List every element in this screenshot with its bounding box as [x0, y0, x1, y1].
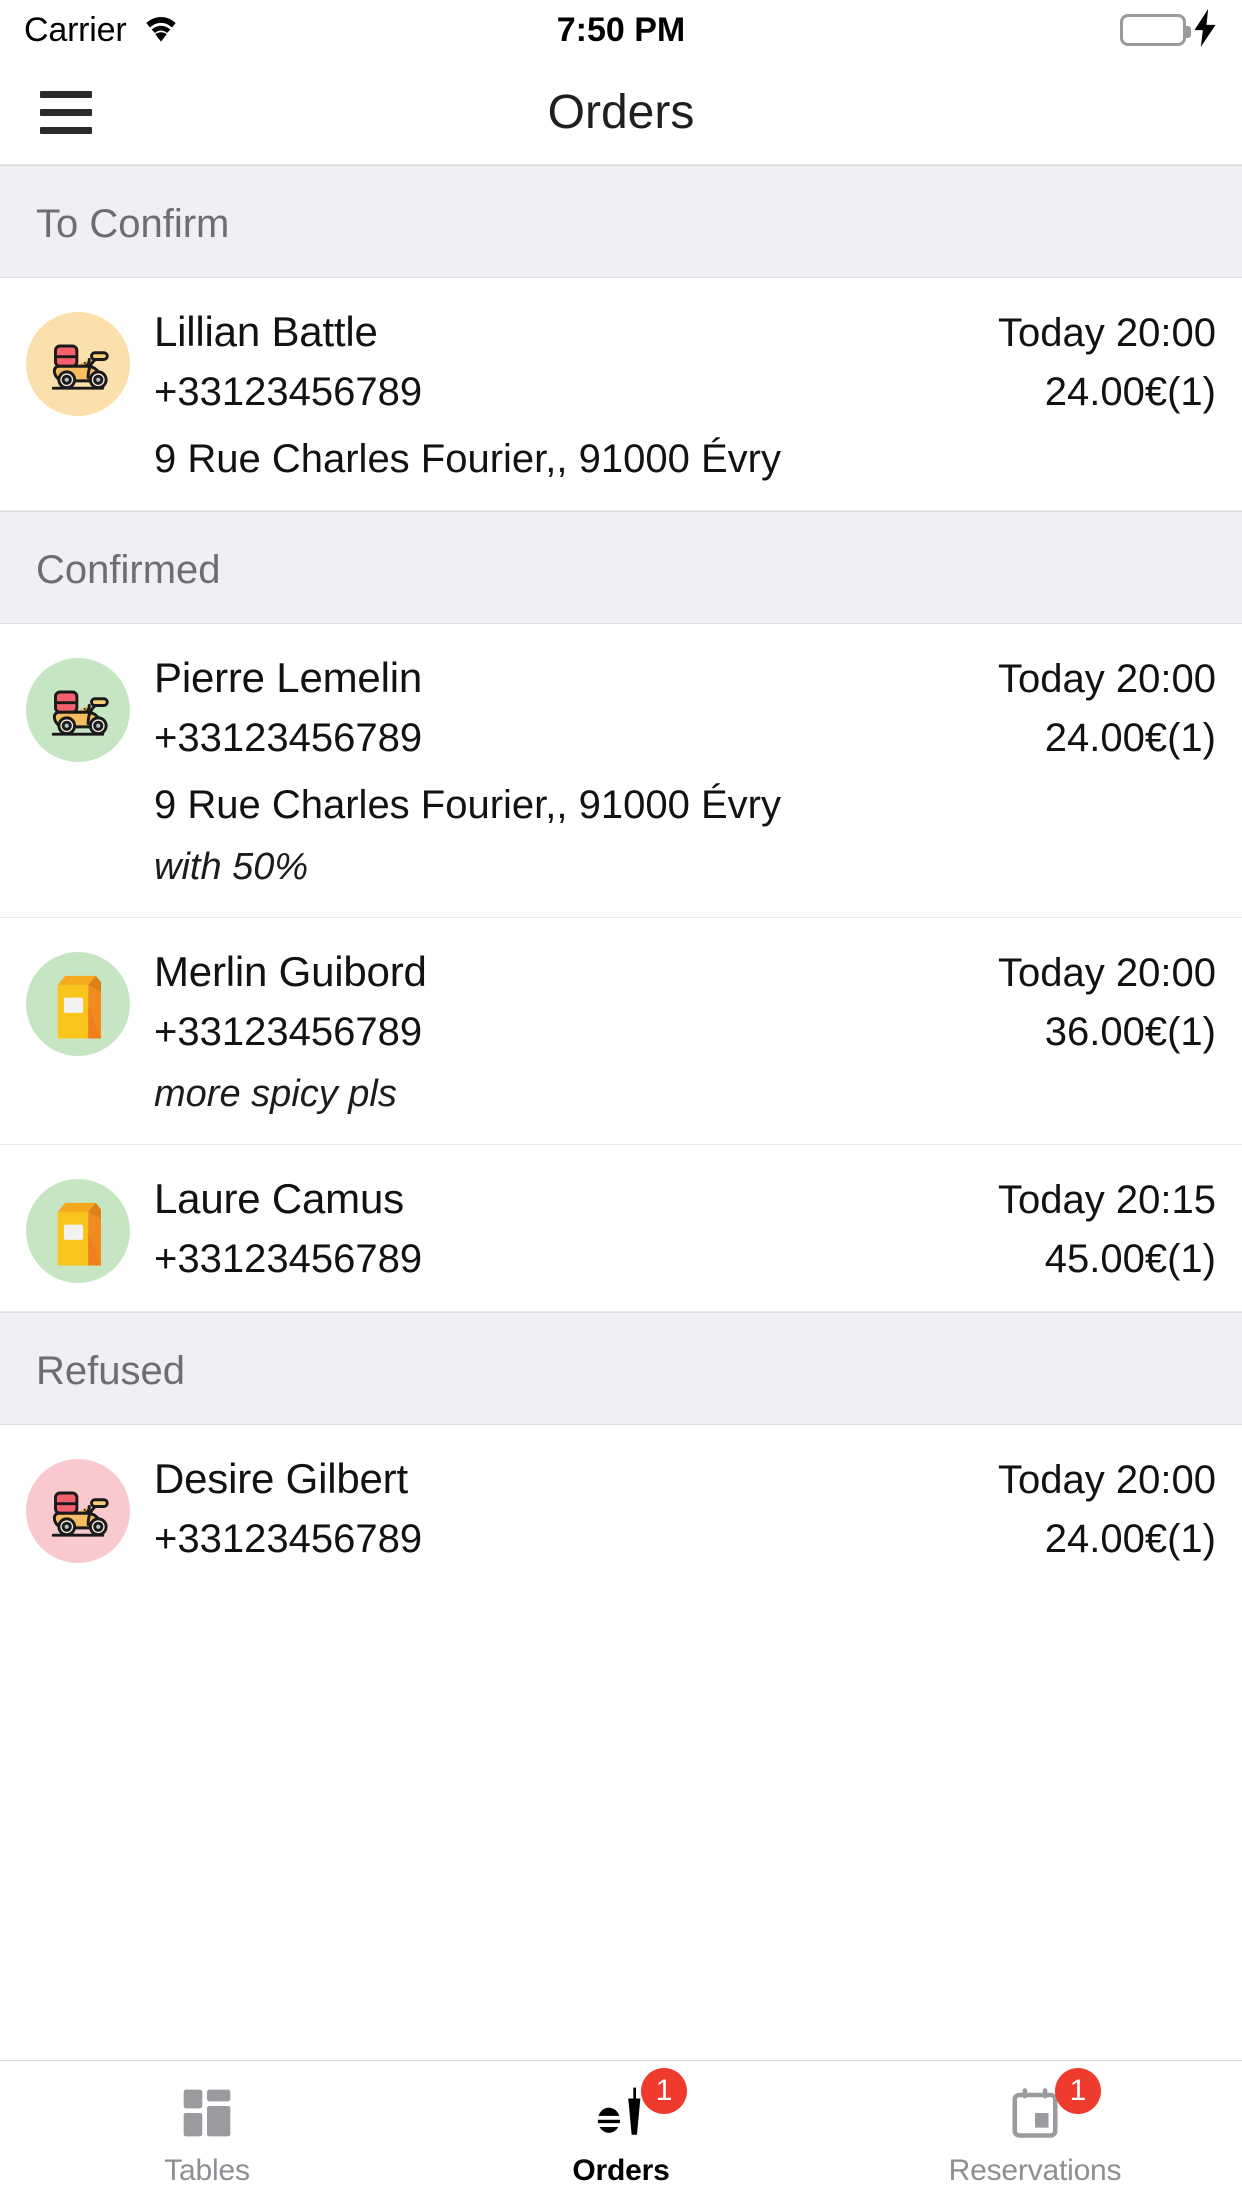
order-avatar	[26, 1459, 130, 1563]
customer-phone: +33123456789	[154, 716, 423, 760]
bottom-tab-bar: Tables 1 Orders 1 Reservations	[0, 2060, 1242, 2208]
order-line-phone-amount: +33123456789 45.00€(1)	[154, 1237, 1216, 1282]
customer-phone: +33123456789	[154, 370, 423, 414]
order-time: Today 20:00	[998, 311, 1216, 355]
order-avatar	[26, 952, 130, 1056]
section-header-to-confirm: To Confirm	[0, 165, 1242, 278]
order-details: Desire Gilbert Today 20:00 +33123456789 …	[154, 1455, 1216, 1575]
customer-name: Pierre Lemelin	[154, 654, 422, 701]
orders-screen: Carrier 7:50 PM Orders To Confirm Lillia…	[0, 0, 1242, 2208]
customer-name: Desire Gilbert	[154, 1455, 408, 1502]
order-time: Today 20:00	[998, 1458, 1216, 1502]
order-amount: 36.00€(1)	[1044, 1010, 1216, 1054]
order-line-phone-amount: +33123456789 24.00€(1)	[154, 370, 1216, 415]
customer-name: Lillian Battle	[154, 308, 378, 355]
order-row[interactable]: Pierre Lemelin Today 20:00 +33123456789 …	[0, 624, 1242, 918]
navigation-bar: Orders	[0, 60, 1242, 165]
order-amount: 24.00€(1)	[1044, 716, 1216, 760]
order-line-name-time: Desire Gilbert Today 20:00	[154, 1455, 1216, 1503]
delivery-address: 9 Rue Charles Fourier,, 91000 Évry	[154, 783, 781, 827]
order-row[interactable]: Merlin Guibord Today 20:00 +33123456789 …	[0, 918, 1242, 1145]
calendar-icon-wrap: 1	[999, 2067, 1101, 2144]
page-title: Orders	[547, 85, 695, 139]
tab-badge: 1	[1055, 2067, 1101, 2114]
order-note: with 50%	[154, 846, 309, 888]
customer-phone: +33123456789	[154, 1237, 423, 1281]
order-avatar	[26, 658, 130, 762]
delivery-scooter-icon	[51, 1491, 109, 1537]
order-line-phone-amount: +33123456789 36.00€(1)	[154, 1010, 1216, 1055]
tab-label-orders: Orders	[572, 2153, 670, 2187]
section-header-confirmed: Confirmed	[0, 511, 1242, 624]
carrier-label: Carrier	[24, 10, 127, 49]
tables-grid-icon	[183, 2089, 231, 2136]
order-avatar	[26, 312, 130, 416]
order-row[interactable]: Lillian Battle Today 20:00 +33123456789 …	[0, 278, 1242, 511]
tab-label-reservations: Reservations	[948, 2153, 1122, 2187]
order-line-phone-amount: +33123456789 24.00€(1)	[154, 1517, 1216, 1562]
tables-grid-icon-wrap	[171, 2082, 243, 2144]
tab-badge: 1	[641, 2067, 687, 2114]
order-amount: 24.00€(1)	[1044, 1517, 1216, 1561]
order-line-name-time: Merlin Guibord Today 20:00	[154, 948, 1216, 996]
status-bar-right	[1120, 8, 1218, 52]
lightning-bolt-icon	[1192, 8, 1218, 52]
hamburger-menu-icon[interactable]	[40, 90, 92, 134]
orders-list[interactable]: To Confirm Lillian Battle Today 20:00 +3…	[0, 165, 1242, 2060]
delivery-scooter-icon	[51, 344, 109, 390]
order-time: Today 20:00	[998, 951, 1216, 995]
wifi-icon	[141, 13, 181, 48]
customer-name: Merlin Guibord	[154, 948, 427, 995]
battery-full-icon	[1120, 14, 1191, 46]
tab-tables[interactable]: Tables	[0, 2061, 414, 2208]
tab-orders[interactable]: 1 Orders	[414, 2061, 828, 2208]
takeaway-bag-icon	[57, 975, 101, 1039]
order-amount: 45.00€(1)	[1044, 1237, 1216, 1281]
order-details: Merlin Guibord Today 20:00 +33123456789 …	[154, 948, 1216, 1116]
status-bar-left: Carrier	[24, 11, 181, 50]
customer-phone: +33123456789	[154, 1010, 423, 1054]
order-line-name-time: Pierre Lemelin Today 20:00	[154, 654, 1216, 702]
tab-reservations[interactable]: 1 Reservations	[828, 2061, 1242, 2208]
order-avatar	[26, 1179, 130, 1283]
food-drink-icon-wrap: 1	[585, 2067, 687, 2144]
calendar-icon	[1012, 2087, 1058, 2138]
order-line-name-time: Lillian Battle Today 20:00	[154, 308, 1216, 356]
customer-phone: +33123456789	[154, 1517, 423, 1561]
status-bar: Carrier 7:50 PM	[0, 0, 1242, 60]
order-time: Today 20:15	[998, 1178, 1216, 1222]
order-note: more spicy pls	[154, 1073, 397, 1115]
order-line-name-time: Laure Camus Today 20:15	[154, 1175, 1216, 1223]
order-row[interactable]: Laure Camus Today 20:15 +33123456789 45.…	[0, 1145, 1242, 1312]
order-line-phone-amount: +33123456789 24.00€(1)	[154, 716, 1216, 761]
order-row[interactable]: Desire Gilbert Today 20:00 +33123456789 …	[0, 1425, 1242, 1575]
status-bar-clock: 7:50 PM	[556, 10, 686, 49]
order-details: Pierre Lemelin Today 20:00 +33123456789 …	[154, 654, 1216, 889]
order-amount: 24.00€(1)	[1044, 370, 1216, 414]
order-details: Laure Camus Today 20:15 +33123456789 45.…	[154, 1175, 1216, 1282]
customer-name: Laure Camus	[154, 1175, 404, 1222]
order-time: Today 20:00	[998, 657, 1216, 701]
tab-label-tables: Tables	[164, 2153, 250, 2187]
delivery-address: 9 Rue Charles Fourier,, 91000 Évry	[154, 437, 781, 481]
takeaway-bag-icon	[57, 1202, 101, 1266]
section-header-refused: Refused	[0, 1312, 1242, 1425]
order-details: Lillian Battle Today 20:00 +33123456789 …	[154, 308, 1216, 482]
delivery-scooter-icon	[51, 690, 109, 736]
